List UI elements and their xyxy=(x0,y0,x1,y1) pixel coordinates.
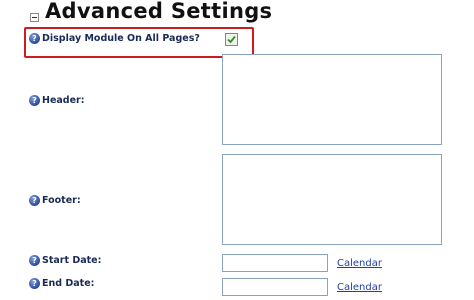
header-row: ? Header: xyxy=(29,95,85,106)
help-icon[interactable]: ? xyxy=(29,33,40,44)
section-title: Advanced Settings xyxy=(45,0,273,23)
help-icon[interactable]: ? xyxy=(29,195,40,206)
start-date-calendar-link[interactable]: Calendar xyxy=(337,258,382,269)
header-textarea[interactable] xyxy=(222,54,442,145)
help-icon[interactable]: ? xyxy=(29,255,40,266)
start-date-row: ? Start Date: xyxy=(29,255,101,266)
end-date-row: ? End Date: xyxy=(29,278,94,289)
footer-row: ? Footer: xyxy=(29,195,81,206)
footer-label: Footer: xyxy=(42,195,81,206)
collapse-toggle-icon[interactable] xyxy=(30,13,39,22)
checkmark-icon xyxy=(227,35,236,44)
end-date-input[interactable] xyxy=(222,278,328,296)
display-all-label: Display Module On All Pages? xyxy=(42,33,200,44)
help-icon[interactable]: ? xyxy=(29,95,40,106)
display-all-checkbox[interactable] xyxy=(225,33,238,46)
footer-textarea[interactable] xyxy=(222,154,442,245)
end-date-label: End Date: xyxy=(42,278,95,289)
start-date-label: Start Date: xyxy=(42,255,102,266)
help-icon[interactable]: ? xyxy=(29,278,40,289)
display-all-row: ? Display Module On All Pages? xyxy=(29,33,200,44)
header-label: Header: xyxy=(42,95,85,106)
end-date-calendar-link[interactable]: Calendar xyxy=(337,282,382,293)
start-date-input[interactable] xyxy=(222,254,328,272)
